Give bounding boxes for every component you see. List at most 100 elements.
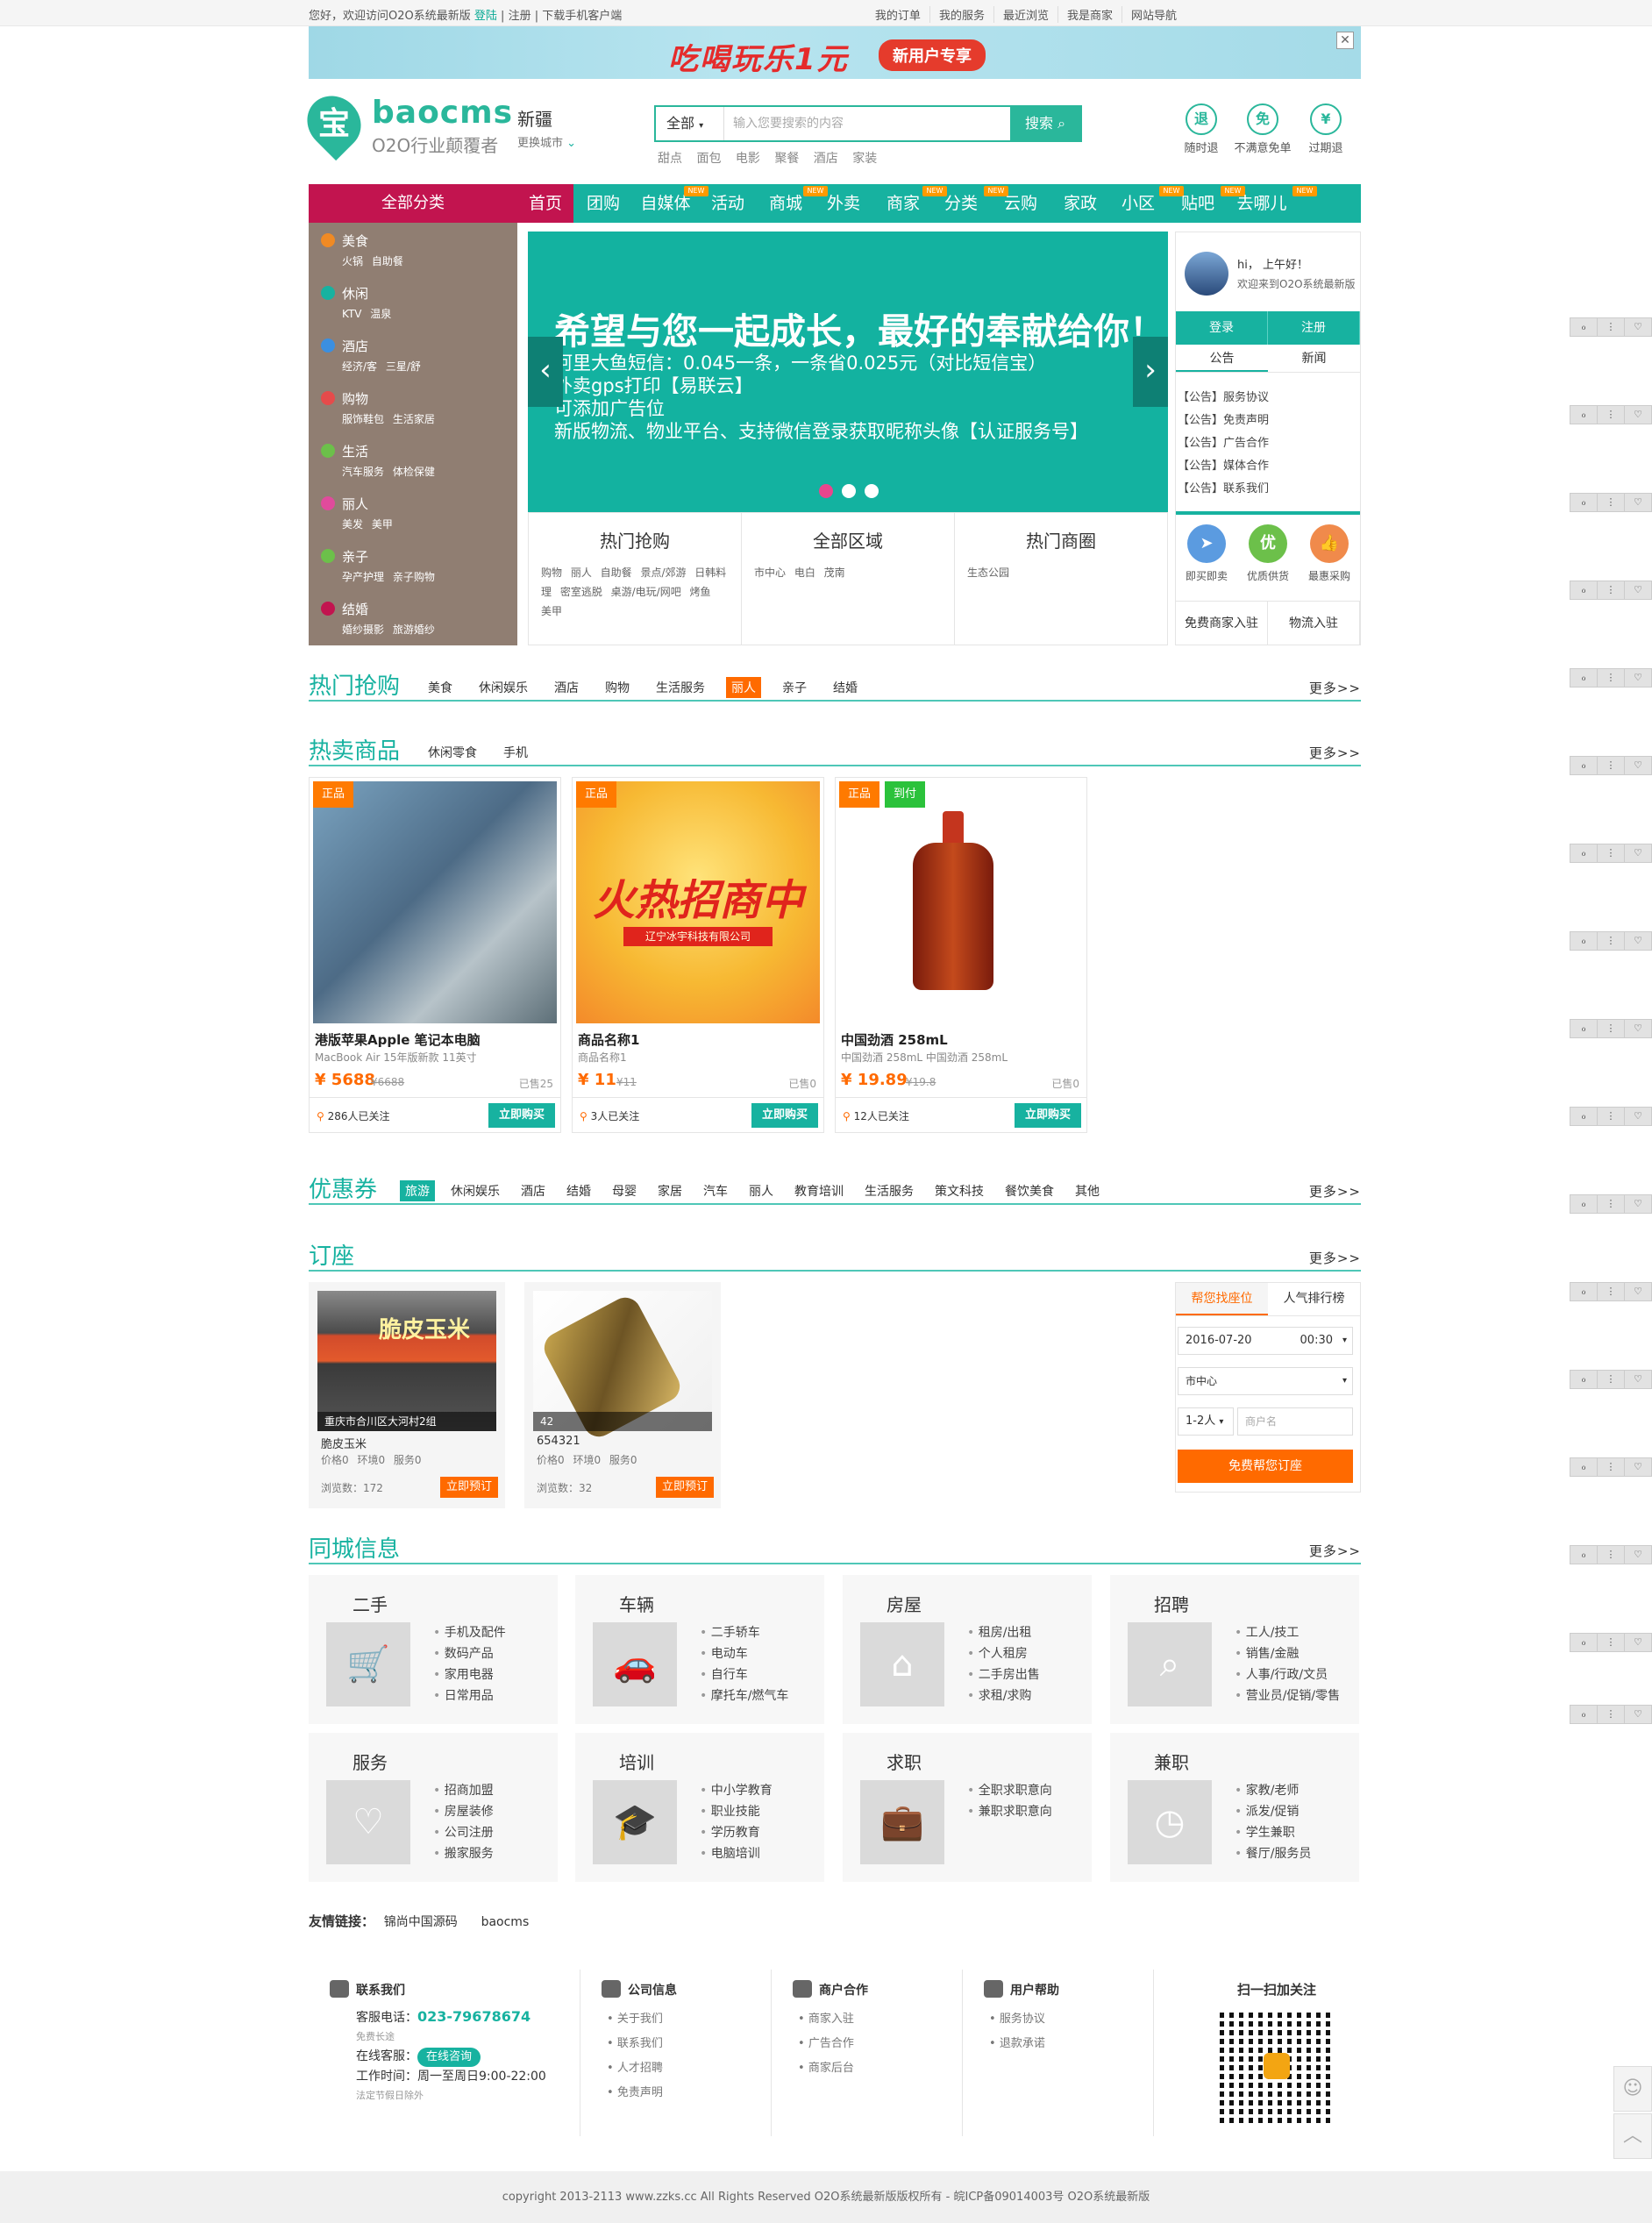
tab-ranking[interactable]: 人气排行榜 (1268, 1283, 1360, 1315)
card-title[interactable]: 招聘 (1154, 1591, 1189, 1616)
back-to-top-icon[interactable]: ︿ (1613, 2113, 1652, 2159)
share-icon[interactable]: ℴ (1570, 494, 1598, 511)
more-link[interactable]: 更多>> (1309, 1542, 1361, 1560)
side-toolbar[interactable]: ℴ ⋮ ♡ (1570, 1633, 1652, 1652)
service-expired-refund[interactable]: ¥ 过期退 (1291, 103, 1361, 155)
switch-city-link[interactable]: 更换城市 ⌄ (517, 133, 576, 150)
nav-takeout[interactable]: 外卖 (819, 184, 868, 223)
filter-tab[interactable]: 策文科技 (929, 1180, 989, 1201)
book-now-button[interactable]: 立即预订 (656, 1477, 714, 1498)
card-title[interactable]: 二手 (352, 1591, 388, 1616)
notice-item[interactable]: 【公告】媒体合作 (1178, 455, 1269, 478)
card-link[interactable]: 手机及配件 (433, 1622, 506, 1643)
booking-card[interactable]: 42 654321 价格0 环境0 服务0 浏览数：32 立即预订 (524, 1282, 721, 1508)
menu-icon[interactable]: ⋮ (1598, 1283, 1625, 1300)
friend-link[interactable]: 锦尚中国源码 (384, 1915, 458, 1929)
heart-icon[interactable]: ♡ (1625, 1108, 1651, 1125)
book-now-button[interactable]: 立即预订 (440, 1477, 498, 1498)
cat-sub[interactable]: KTV 温泉 (321, 306, 391, 321)
side-toolbar[interactable]: ℴ ⋮ ♡ (1570, 1370, 1652, 1389)
buy-now-button[interactable]: 立即购买 (751, 1103, 818, 1128)
house-icon[interactable]: ⌂ (860, 1622, 944, 1706)
heart-icon[interactable]: ♡ (1625, 494, 1651, 511)
tab-news[interactable]: 新闻 (1268, 345, 1360, 372)
share-icon[interactable]: ℴ (1570, 1546, 1598, 1564)
more-link[interactable]: 更多>> (1309, 1182, 1361, 1201)
filter-tab[interactable]: 酒店 (516, 1180, 551, 1201)
card-link[interactable]: 招商加盟 (433, 1780, 494, 1801)
product-name[interactable]: 中国劲酒 258mL (841, 1030, 948, 1049)
hero-slider[interactable]: 希望与您一起成长，最好的奉献给你！ 阿里大鱼短信：0.045一条，一条省0.02… (528, 232, 1168, 512)
share-icon[interactable]: ℴ (1570, 844, 1598, 862)
side-toolbar[interactable]: ℴ ⋮ ♡ (1570, 844, 1652, 863)
cat-sub[interactable]: 孕产护理 亲子购物 (321, 569, 435, 584)
heart-icon[interactable]: ♡ (1625, 581, 1651, 599)
heart-icon[interactable]: ♡ (1625, 318, 1651, 336)
cat-sub[interactable]: 婚纱摄影 旅游婚纱 (321, 622, 435, 637)
nav-activity[interactable]: 活动 (703, 184, 752, 223)
service-anytime-refund[interactable]: 退随时退 (1166, 103, 1236, 155)
book-submit-button[interactable]: 免费帮您订座 (1178, 1450, 1353, 1483)
heart-icon[interactable]: ♡ (1625, 1020, 1651, 1037)
side-cat-shopping[interactable]: 购物 服饰鞋包 生活家居 (321, 389, 435, 426)
heart-icon[interactable]: ♡ (1625, 406, 1651, 424)
side-toolbar[interactable]: ℴ ⋮ ♡ (1570, 317, 1652, 337)
share-icon[interactable]: ℴ (1570, 1634, 1598, 1651)
logo-name[interactable]: baocms (372, 95, 513, 131)
share-icon[interactable]: ℴ (1570, 932, 1598, 950)
heart-icon[interactable]: ♡ (1625, 1195, 1651, 1213)
search-person-icon[interactable]: ⌕ (1128, 1622, 1212, 1706)
footer-link[interactable]: 商家入驻 (772, 2007, 962, 2032)
side-toolbar[interactable]: ℴ ⋮ ♡ (1570, 581, 1652, 600)
share-icon[interactable]: ℴ (1570, 318, 1598, 336)
filter-tab[interactable]: 手机 (498, 742, 533, 763)
logistics-join-button[interactable]: 物流入驻 (1268, 602, 1360, 645)
heart-icon[interactable]: ♡ (1625, 669, 1651, 687)
card-link[interactable]: 家用电器 (433, 1664, 506, 1685)
filter-tab[interactable]: 生活服务 (651, 677, 710, 698)
menu-icon[interactable]: ⋮ (1598, 1020, 1625, 1037)
site-nav-link[interactable]: 网站导航 (1121, 6, 1186, 23)
share-icon[interactable]: ℴ (1570, 1020, 1598, 1037)
shop-name[interactable]: 脆皮玉米 (321, 1435, 367, 1451)
tab-notice[interactable]: 公告 (1176, 345, 1268, 372)
quick-supply[interactable]: 优优质供货 (1237, 524, 1299, 583)
share-icon[interactable]: ℴ (1570, 757, 1598, 774)
login-link[interactable]: 登陆 (474, 10, 497, 23)
menu-icon[interactable]: ⋮ (1598, 757, 1625, 774)
tab-find-seat[interactable]: 帮您找座位 (1176, 1283, 1268, 1315)
product-name[interactable]: 商品名称1 (578, 1030, 639, 1049)
share-icon[interactable]: ℴ (1570, 1283, 1598, 1300)
region-links[interactable]: 购物 丽人 自助餐 景点/郊游 日韩料理 密室逃脱 桌游/电玩/网吧 烤鱼 美甲 (541, 563, 729, 621)
search-category-select[interactable]: 全部 ▾ (656, 107, 724, 140)
people-select[interactable]: 1-2人 ▾ (1178, 1407, 1234, 1436)
menu-icon[interactable]: ⋮ (1598, 581, 1625, 599)
card-link[interactable]: 中小学教育 (700, 1780, 773, 1801)
menu-icon[interactable]: ⋮ (1598, 1458, 1625, 1476)
footer-link[interactable]: 退款承诺 (963, 2032, 1153, 2056)
buy-now-button[interactable]: 立即购买 (1015, 1103, 1081, 1128)
menu-icon[interactable]: ⋮ (1598, 318, 1625, 336)
heart-icon[interactable]: ♡ (1625, 1546, 1651, 1564)
filter-tab[interactable]: 购物 (600, 677, 635, 698)
clock-icon[interactable]: ◷ (1128, 1780, 1212, 1864)
side-toolbar[interactable]: ℴ ⋮ ♡ (1570, 1282, 1652, 1301)
filter-tab[interactable]: 家居 (652, 1180, 687, 1201)
card-link[interactable]: 摩托车/燃气车 (700, 1685, 789, 1706)
card-link[interactable]: 租房/出租 (967, 1622, 1040, 1643)
nav-cloudbuy[interactable]: 云购 (996, 184, 1045, 223)
more-link[interactable]: 更多>> (1309, 744, 1361, 762)
card-link[interactable]: 工人/技工 (1235, 1622, 1340, 1643)
product-card[interactable]: 正品 港版苹果Apple 笔记本电脑 MacBook Air 15年版新款 11… (309, 777, 561, 1133)
card-link[interactable]: 家教/老师 (1235, 1780, 1311, 1801)
region-links[interactable]: 生态公园 (967, 563, 1155, 582)
side-toolbar[interactable]: ℴ ⋮ ♡ (1570, 405, 1652, 424)
friend-link[interactable]: baocms (481, 1915, 530, 1929)
chevron-right-icon[interactable]: › (1133, 337, 1168, 407)
more-link[interactable]: 更多>> (1309, 1249, 1361, 1267)
share-icon[interactable]: ℴ (1570, 406, 1598, 424)
card-link[interactable]: 个人租房 (967, 1643, 1040, 1664)
nav-travel[interactable]: 去哪儿 (1233, 184, 1291, 223)
side-toolbar[interactable]: ℴ ⋮ ♡ (1570, 756, 1652, 775)
shop-name[interactable]: 654321 (537, 1435, 580, 1448)
